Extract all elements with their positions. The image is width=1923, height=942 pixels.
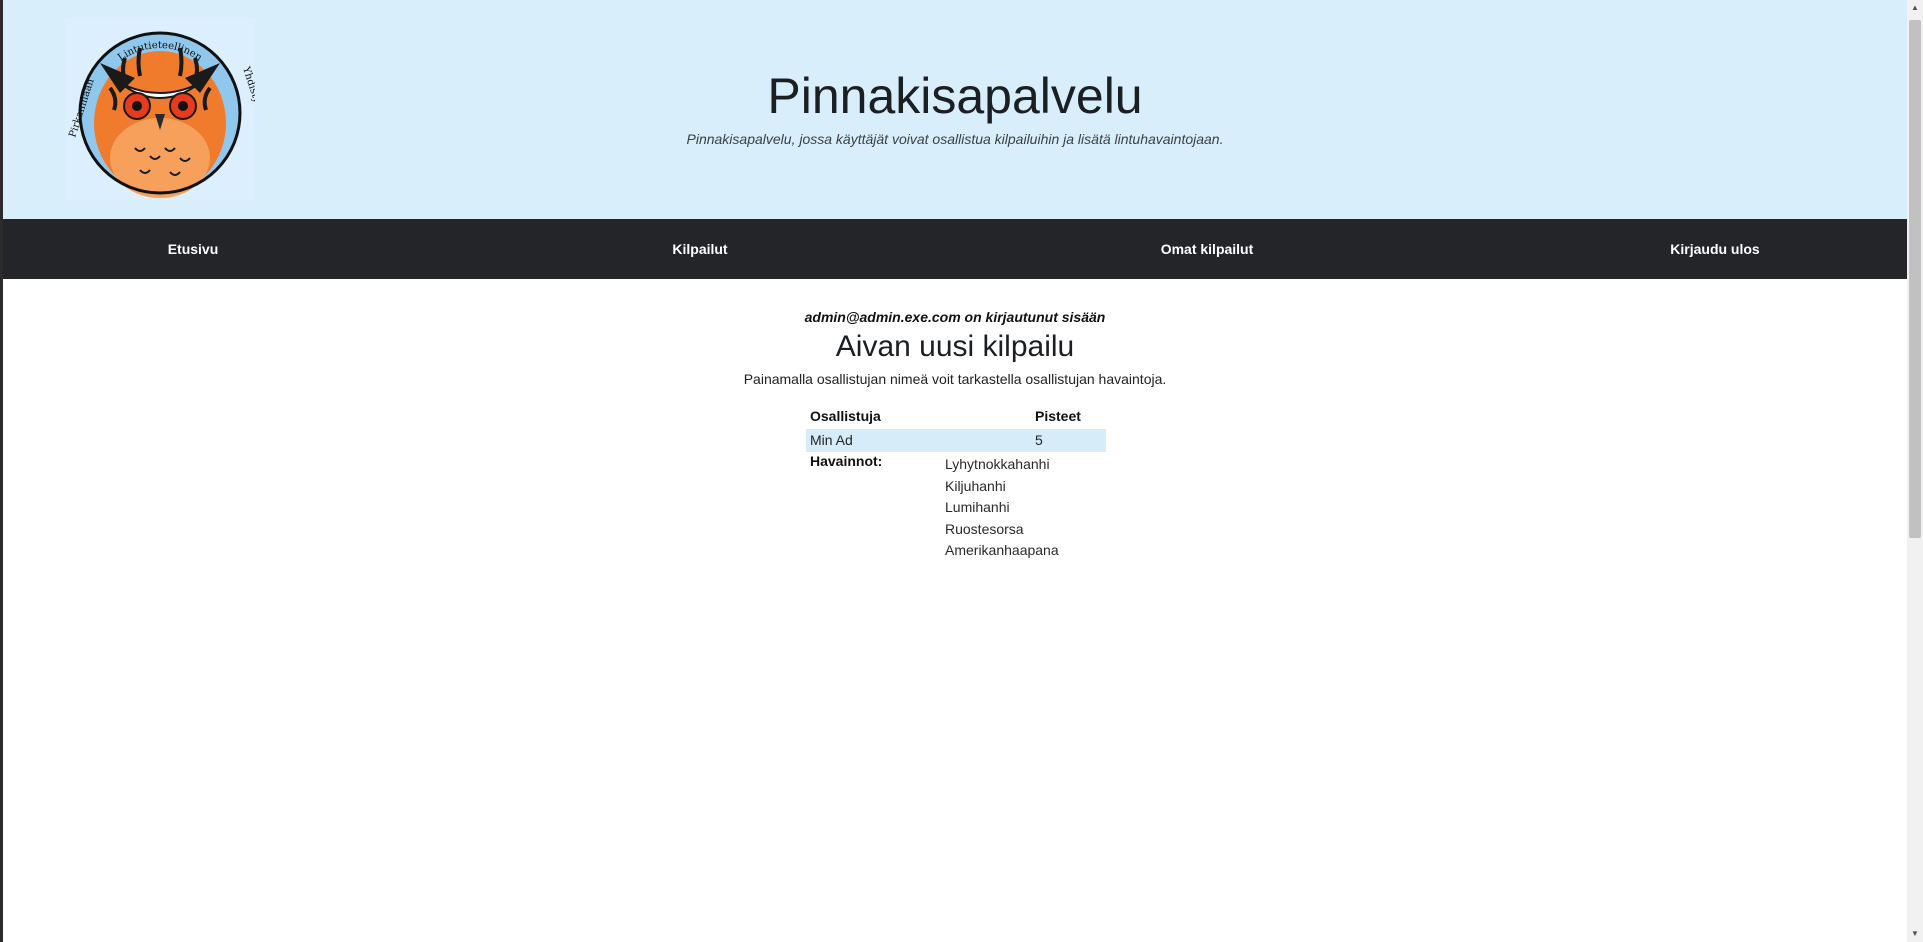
participant-points: 5 xyxy=(1035,432,1043,448)
list-item: Amerikanhaapana xyxy=(945,542,1059,558)
list-item: Ruostesorsa xyxy=(945,520,1024,537)
table-row[interactable]: Min Ad 5 xyxy=(806,429,1106,452)
header-participant: Osallistuja xyxy=(810,408,881,424)
main-navbar: Etusivu Kilpailut Omat kilpailut Kirjaud… xyxy=(3,219,1907,279)
list-item: Lumihanhi xyxy=(945,499,1010,515)
scroll-up-icon[interactable]: ▲ xyxy=(1907,0,1923,16)
site-header: Lintutieteellinen Pirkanmaan Yhdistys ry… xyxy=(3,0,1907,219)
main-content: admin@admin.exe.com on kirjautunut sisää… xyxy=(3,279,1907,942)
nav-my-competitions[interactable]: Omat kilpailut xyxy=(1107,219,1307,279)
nav-logout[interactable]: Kirjaudu ulos xyxy=(1615,219,1815,279)
scroll-down-icon[interactable]: ▼ xyxy=(1907,926,1923,942)
vertical-scrollbar[interactable]: ▲ ▼ xyxy=(1907,0,1923,942)
list-item: Lyhytnokkahanhi xyxy=(945,456,1050,472)
site-subtitle: Pinnakisapalvelu, jossa käyttäjät voivat… xyxy=(686,131,1224,147)
observations-label: Havainnot: xyxy=(810,453,883,469)
list-item: Kiljuhanhi xyxy=(945,477,1006,494)
table-header: Osallistuja Pisteet xyxy=(806,405,1106,428)
scrollbar-thumb[interactable] xyxy=(1909,20,1921,538)
participant-name[interactable]: Min Ad xyxy=(810,429,853,452)
nav-home[interactable]: Etusivu xyxy=(93,219,293,279)
observations-list: Lyhytnokkahanhi Kiljuhanhi Lumihanhi Ruo… xyxy=(945,454,1059,562)
logged-in-status: admin@admin.exe.com on kirjautunut sisää… xyxy=(804,309,1106,325)
results-table: Osallistuja Pisteet Min Ad 5 Havainnot: … xyxy=(806,405,1106,558)
site-title: Pinnakisapalvelu xyxy=(767,68,1143,124)
competition-title: Aivan uusi kilpailu xyxy=(835,330,1075,363)
nav-competitions[interactable]: Kilpailut xyxy=(600,219,800,279)
instructions-text: Painamalla osallistujan nimeä voit tarka… xyxy=(743,371,1167,387)
header-points: Pisteet xyxy=(1035,408,1081,424)
